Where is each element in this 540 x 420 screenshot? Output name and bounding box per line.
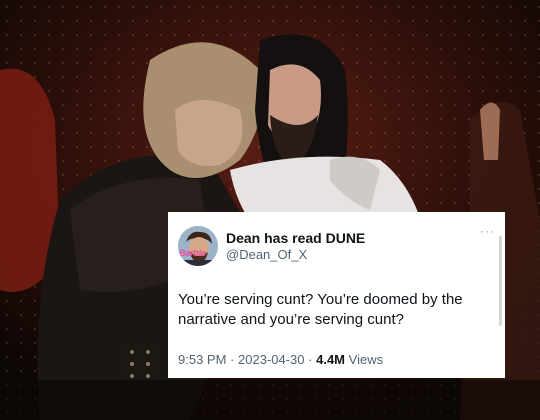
stage-floor-shadow (0, 380, 540, 420)
tweet-time[interactable]: 9:53 PM (178, 352, 226, 367)
tweet-date[interactable]: 2023-04-30 (238, 352, 305, 367)
user-handle[interactable]: @Dean_Of_X (226, 247, 365, 263)
avatar-image (178, 226, 218, 266)
more-options-icon[interactable]: ··· (480, 224, 495, 238)
views-count: 4.4M (316, 352, 346, 367)
avatar[interactable]: Barbie (178, 226, 218, 266)
views-label: Views (348, 352, 384, 367)
tweet-text: You’re serving cunt? You’re doomed by th… (178, 291, 463, 328)
meta-separator: · (230, 352, 235, 367)
tweet-header: Barbie Dean has read DUNE @Dean_Of_X (178, 226, 491, 266)
tweet-card[interactable]: ··· Barbie Dean has read DUNE @Dean_Of_X… (168, 212, 505, 378)
meta-separator: · (308, 352, 313, 367)
tweet-author: Dean has read DUNE @Dean_Of_X (226, 230, 365, 263)
avatar-badge-text: Barbie (179, 248, 206, 258)
tweet-meta: 9:53 PM · 2023-04-30 · 4.4M Views (178, 352, 491, 367)
display-name[interactable]: Dean has read DUNE (226, 230, 365, 247)
scrollbar[interactable] (499, 236, 502, 326)
